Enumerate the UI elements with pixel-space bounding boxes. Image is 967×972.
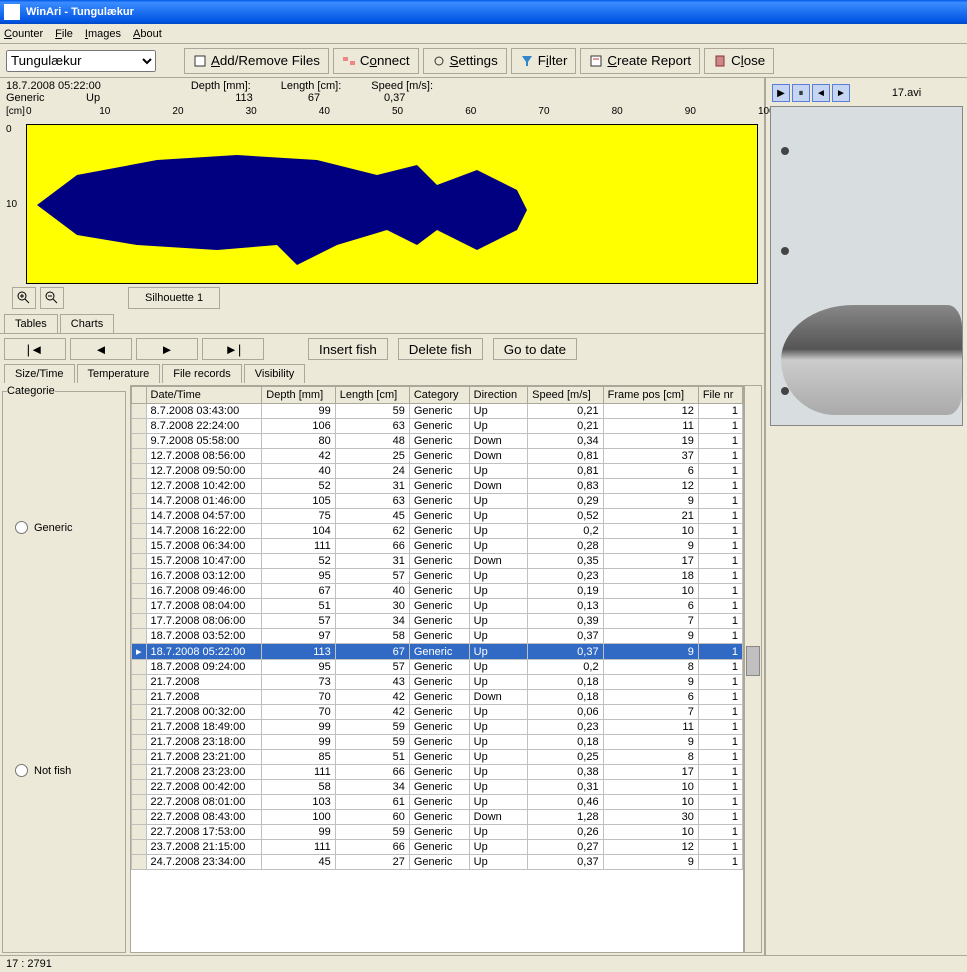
table-row[interactable]: 21.7.2008 18:49:009959GenericUp0,23111 bbox=[132, 720, 743, 735]
table-row[interactable]: 9.7.2008 05:58:008048GenericDown0,34191 bbox=[132, 434, 743, 449]
insert-fish-button[interactable]: Insert fish bbox=[308, 338, 388, 360]
menu-counter[interactable]: Counter bbox=[4, 28, 43, 40]
video-panel: ▶ ⏸ ◄ ► 17.avi bbox=[764, 78, 967, 955]
table-row[interactable]: 22.7.2008 17:53:009959GenericUp0,26101 bbox=[132, 825, 743, 840]
subtab-size[interactable]: Size/Time bbox=[4, 364, 75, 383]
zoom-out-button[interactable] bbox=[40, 287, 64, 309]
table-row[interactable]: 21.7.2008 23:18:009959GenericUp0,1891 bbox=[132, 735, 743, 750]
categorie-panel: Categorie Generic Not fish bbox=[2, 385, 126, 953]
table-row[interactable]: 23.7.2008 21:15:0011166GenericUp0,27121 bbox=[132, 840, 743, 855]
nav-last-button[interactable]: ►| bbox=[202, 338, 264, 360]
y-ruler: 0 10 bbox=[6, 124, 26, 284]
info-bar: 18.7.2008 05:22:00 Depth [mm]: Length [c… bbox=[0, 78, 764, 106]
video-prev-icon[interactable]: ◄ bbox=[812, 84, 830, 102]
radio-notfish[interactable] bbox=[15, 764, 28, 777]
nav-first-button[interactable]: |◄ bbox=[4, 338, 66, 360]
table-row[interactable]: 12.7.2008 09:50:004024GenericUp0,8161 bbox=[132, 464, 743, 479]
goto-date-button[interactable]: Go to date bbox=[493, 338, 577, 360]
table-row[interactable]: 21.7.2008 23:23:0011166GenericUp0,38171 bbox=[132, 765, 743, 780]
subtab-files[interactable]: File records bbox=[162, 364, 241, 383]
table-row[interactable]: 17.7.2008 08:06:005734GenericUp0,3971 bbox=[132, 614, 743, 629]
nav-next-button[interactable]: ► bbox=[136, 338, 198, 360]
table-row[interactable]: 12.7.2008 10:42:005231GenericDown0,83121 bbox=[132, 479, 743, 494]
add-remove-files-button[interactable]: Add/Remove Files bbox=[184, 48, 329, 74]
menu-images[interactable]: Images bbox=[85, 28, 121, 40]
table-row[interactable]: 12.7.2008 08:56:004225GenericDown0,81371 bbox=[132, 449, 743, 464]
settings-button[interactable]: Settings bbox=[423, 48, 507, 74]
table-row[interactable]: 22.7.2008 00:42:005834GenericUp0,31101 bbox=[132, 780, 743, 795]
fish-photo bbox=[781, 305, 962, 415]
table-row[interactable]: 15.7.2008 10:47:005231GenericDown0,35171 bbox=[132, 554, 743, 569]
toolbar: Tungulækur Add/Remove Files Connect Sett… bbox=[0, 44, 967, 78]
table-row[interactable]: 8.7.2008 03:43:009959GenericUp0,21121 bbox=[132, 404, 743, 419]
radio-generic[interactable] bbox=[15, 521, 28, 534]
table-row[interactable]: ▸18.7.2008 05:22:0011367GenericUp0,3791 bbox=[132, 644, 743, 660]
table-row[interactable]: 18.7.2008 03:52:009758GenericUp0,3791 bbox=[132, 629, 743, 644]
table-row[interactable]: 16.7.2008 03:12:009557GenericUp0,23181 bbox=[132, 569, 743, 584]
table-row[interactable]: 17.7.2008 08:04:005130GenericUp0,1361 bbox=[132, 599, 743, 614]
table-row[interactable]: 14.7.2008 16:22:0010462GenericUp0,2101 bbox=[132, 524, 743, 539]
titlebar: WinAri - Tungulækur bbox=[0, 0, 967, 24]
table-row[interactable]: 21.7.20087042GenericDown0,1861 bbox=[132, 690, 743, 705]
table-row[interactable]: 15.7.2008 06:34:0011166GenericUp0,2891 bbox=[132, 539, 743, 554]
subtab-temp[interactable]: Temperature bbox=[77, 364, 161, 383]
table-row[interactable]: 22.7.2008 08:01:0010361GenericUp0,46101 bbox=[132, 795, 743, 810]
silhouette-chart: [cm] 0102030405060708090100 0 10 bbox=[0, 106, 764, 284]
table-row[interactable]: 8.7.2008 22:24:0010663GenericUp0,21111 bbox=[132, 419, 743, 434]
app-icon bbox=[4, 4, 20, 20]
table-row[interactable]: 21.7.20087343GenericUp0,1891 bbox=[132, 675, 743, 690]
video-pause-icon[interactable]: ⏸ bbox=[792, 84, 810, 102]
table-row[interactable]: 18.7.2008 09:24:009557GenericUp0,281 bbox=[132, 660, 743, 675]
location-dropdown[interactable]: Tungulækur bbox=[6, 50, 156, 72]
info-datetime: 18.7.2008 05:22:00 bbox=[6, 80, 101, 92]
vertical-scrollbar[interactable] bbox=[744, 385, 762, 953]
video-frame bbox=[770, 106, 963, 426]
nav-prev-button[interactable]: ◄ bbox=[70, 338, 132, 360]
filter-button[interactable]: Filter bbox=[511, 48, 577, 74]
menu-about[interactable]: About bbox=[133, 28, 162, 40]
video-filename: 17.avi bbox=[852, 87, 961, 99]
close-button[interactable]: Close bbox=[704, 48, 774, 74]
silhouette-canvas bbox=[26, 124, 758, 284]
connect-button[interactable]: Connect bbox=[333, 48, 419, 74]
table-row[interactable]: 22.7.2008 08:43:0010060GenericDown1,2830… bbox=[132, 810, 743, 825]
window-title: WinAri - Tungulækur bbox=[26, 6, 134, 18]
menu-file[interactable]: File bbox=[55, 28, 73, 40]
delete-fish-button[interactable]: Delete fish bbox=[398, 338, 483, 360]
silhouette-tab[interactable]: Silhouette 1 bbox=[128, 287, 220, 309]
x-ruler: 0102030405060708090100 bbox=[26, 106, 758, 124]
table-row[interactable]: 21.7.2008 23:21:008551GenericUp0,2581 bbox=[132, 750, 743, 765]
video-next-icon[interactable]: ► bbox=[832, 84, 850, 102]
table-row[interactable]: 21.7.2008 00:32:007042GenericUp0,0671 bbox=[132, 705, 743, 720]
status-bar: 17 : 2791 bbox=[0, 955, 967, 972]
tab-tables[interactable]: Tables bbox=[4, 314, 58, 333]
table-row[interactable]: 14.7.2008 01:46:0010563GenericUp0,2991 bbox=[132, 494, 743, 509]
table-row[interactable]: 24.7.2008 23:34:004527GenericUp0,3791 bbox=[132, 855, 743, 870]
data-grid[interactable]: Date/TimeDepth [mm]Length [cm]CategoryDi… bbox=[130, 385, 744, 953]
video-play-icon[interactable]: ▶ bbox=[772, 84, 790, 102]
table-row[interactable]: 16.7.2008 09:46:006740GenericUp0,19101 bbox=[132, 584, 743, 599]
subtab-vis[interactable]: Visibility bbox=[244, 364, 306, 383]
create-report-button[interactable]: Create Report bbox=[580, 48, 700, 74]
table-row[interactable]: 14.7.2008 04:57:007545GenericUp0,52211 bbox=[132, 509, 743, 524]
tab-charts[interactable]: Charts bbox=[60, 314, 114, 333]
menubar: Counter File Images About bbox=[0, 24, 967, 44]
zoom-in-button[interactable] bbox=[12, 287, 36, 309]
